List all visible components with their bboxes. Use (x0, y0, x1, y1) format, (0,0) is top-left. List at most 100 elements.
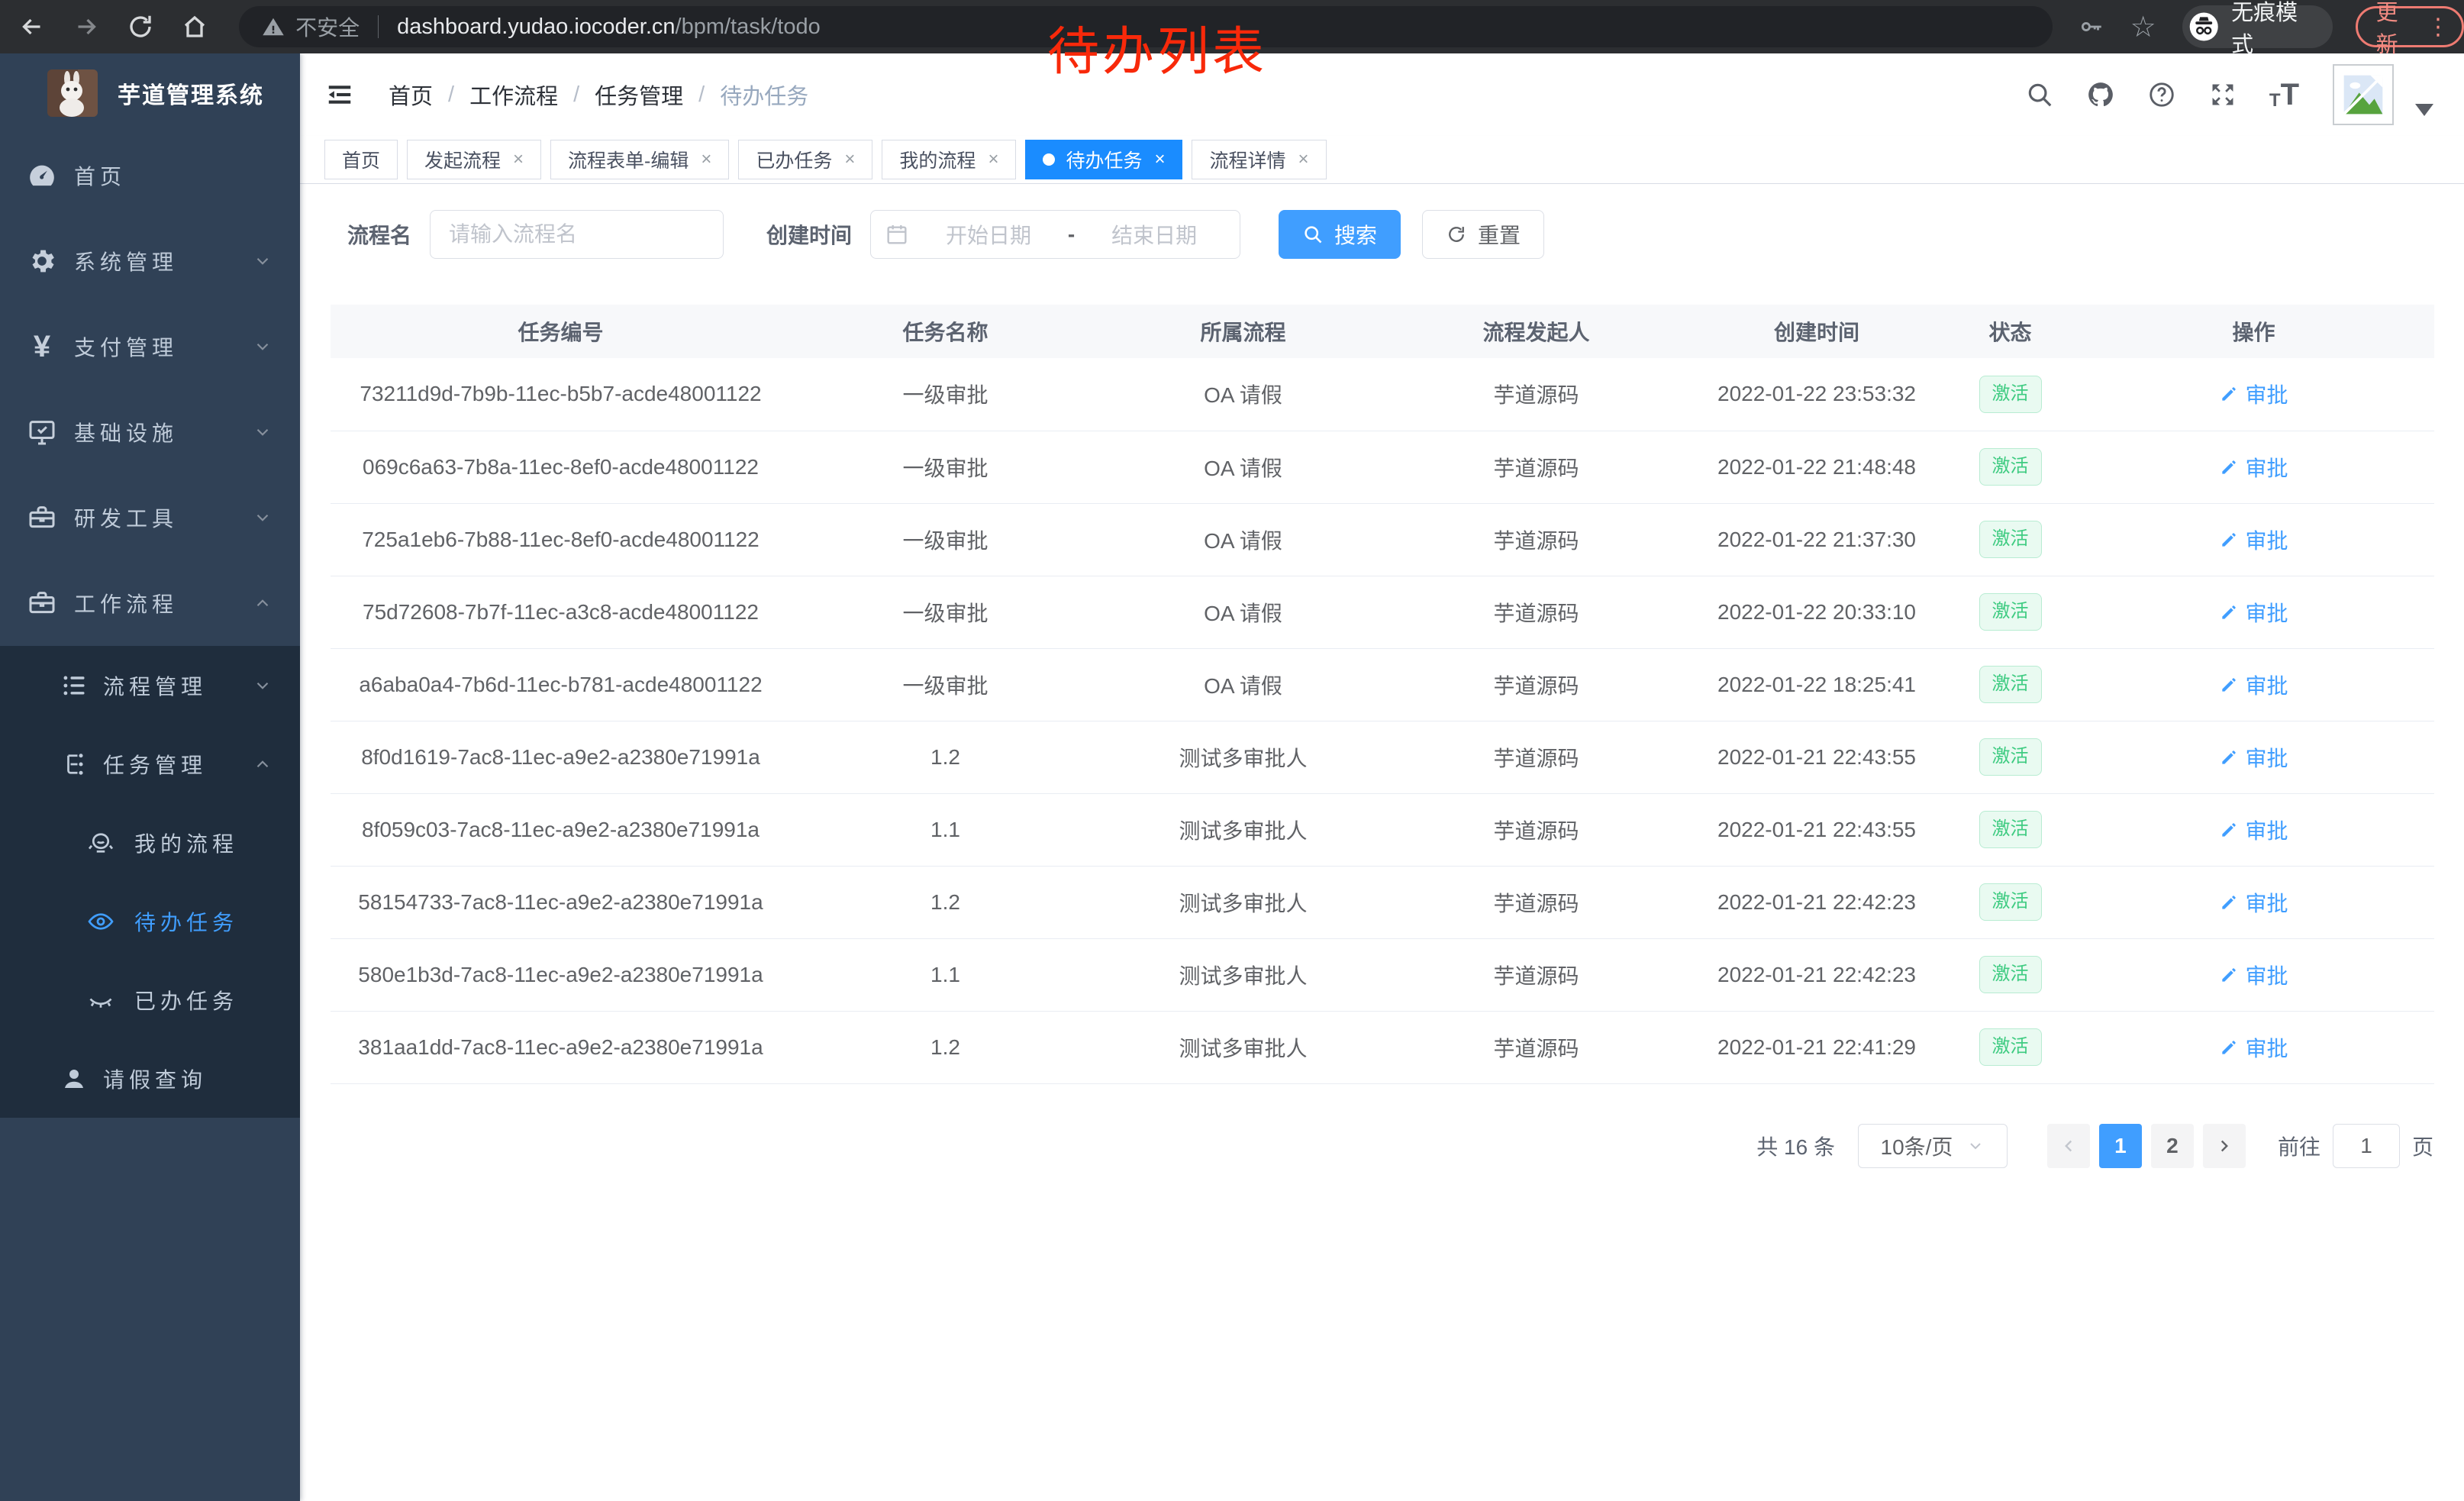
search-button[interactable]: 搜索 (1279, 210, 1401, 259)
task-id: a6aba0a4-7b6d-11ec-b781-acde48001122 (331, 648, 791, 721)
security-label[interactable]: 不安全 (295, 11, 360, 42)
eye-closed-icon (85, 985, 116, 1015)
task-name: 一级审批 (791, 576, 1100, 648)
sidebar-item-label: 我的流程 (134, 828, 238, 858)
task-id: 58154733-7ac8-11ec-a9e2-a2380e71991a (331, 866, 791, 938)
next-page-button[interactable] (2203, 1124, 2246, 1168)
fullscreen-icon[interactable] (2208, 80, 2237, 109)
sidebar-item-infrastructure[interactable]: 基础设施 (0, 389, 300, 475)
approve-link[interactable]: 审批 (2219, 452, 2288, 483)
url-divider (378, 15, 379, 38)
approve-link[interactable]: 审批 (2219, 379, 2288, 409)
incognito-icon (2188, 10, 2219, 44)
gear-icon (25, 244, 59, 278)
task-process: OA 请假 (1100, 503, 1386, 576)
task-process: 测试多审批人 (1100, 938, 1386, 1011)
tab-form-edit[interactable]: 流程表单-编辑 (550, 140, 729, 179)
avatar[interactable] (2333, 64, 2394, 125)
sidebar-item-label: 基础设施 (74, 417, 178, 447)
task-starter: 芋道源码 (1386, 431, 1686, 503)
help-icon[interactable] (2147, 80, 2176, 109)
browser-update-button[interactable]: 更新 ⋮ (2356, 6, 2464, 47)
browser-home-button[interactable] (173, 2, 218, 51)
approve-link[interactable]: 审批 (2219, 670, 2288, 700)
tab-process-detail[interactable]: 流程详情 (1192, 140, 1326, 179)
update-label[interactable]: 更新 (2376, 0, 2414, 59)
briefcase-icon (25, 586, 59, 620)
sidebar-item-system[interactable]: 系统管理 (0, 218, 300, 304)
breadcrumb-workflow[interactable]: 工作流程 (433, 79, 558, 111)
reset-button[interactable]: 重置 (1422, 210, 1544, 259)
process-name-input[interactable] (430, 210, 724, 259)
chevron-up-icon (253, 754, 273, 774)
sidebar-item-payment[interactable]: ¥ 支付管理 (0, 304, 300, 389)
page-button-2[interactable]: 2 (2151, 1124, 2194, 1168)
avatar-dropdown-caret[interactable] (2415, 104, 2433, 116)
approve-link[interactable]: 审批 (2219, 815, 2288, 845)
page-size-select[interactable]: 10条/页 (1858, 1124, 2008, 1168)
sidebar-item-my-process[interactable]: 我的流程 (0, 803, 300, 882)
sidebar-collapse-button[interactable] (323, 78, 356, 111)
tab-todo-tasks[interactable]: 待办任务 (1025, 140, 1182, 179)
task-starter: 芋道源码 (1386, 576, 1686, 648)
prev-page-button[interactable] (2047, 1124, 2090, 1168)
close-icon[interactable] (701, 150, 711, 169)
sidebar-item-dev-tools[interactable]: 研发工具 (0, 475, 300, 560)
edit-pencil-icon (2219, 457, 2239, 477)
github-icon[interactable] (2086, 80, 2115, 109)
security-warning-icon (262, 15, 285, 38)
status-badge: 激活 (1979, 448, 2042, 486)
approve-link[interactable]: 审批 (2219, 960, 2288, 990)
task-id: 725a1eb6-7b88-11ec-8ef0-acde48001122 (331, 503, 791, 576)
chevron-up-icon (253, 593, 273, 613)
tab-done-tasks[interactable]: 已办任务 (738, 140, 872, 179)
task-name: 1.2 (791, 1011, 1100, 1083)
approve-link[interactable]: 审批 (2219, 887, 2288, 918)
tag-views-bar: 首页 发起流程 流程表单-编辑 已办任务 我的流程 待办任务 流程详情 (300, 136, 2464, 184)
close-icon[interactable] (513, 150, 524, 169)
sidebar-item-task-management[interactable]: 任务管理 (0, 725, 300, 803)
browser-menu-icon[interactable]: ⋮ (2427, 14, 2449, 40)
close-icon[interactable] (844, 150, 855, 169)
tab-my-process[interactable]: 我的流程 (882, 140, 1016, 179)
sidebar-item-leave-query[interactable]: 请假查询 (0, 1039, 300, 1118)
approve-link[interactable]: 审批 (2219, 597, 2288, 628)
breadcrumb-task-management[interactable]: 任务管理 (558, 79, 683, 111)
browser-forward-button[interactable] (63, 2, 108, 51)
tab-start-process[interactable]: 发起流程 (407, 140, 541, 179)
chevron-right-icon (2214, 1136, 2234, 1156)
yen-icon: ¥ (25, 330, 59, 363)
sidebar-logo[interactable]: 芋道管理系统 (0, 53, 300, 133)
approve-link[interactable]: 审批 (2219, 525, 2288, 555)
goto-label: 前往 (2278, 1131, 2320, 1161)
page-button-1[interactable]: 1 (2099, 1124, 2142, 1168)
end-date-placeholder[interactable]: 结束日期 (1075, 219, 1234, 250)
tab-home[interactable]: 首页 (324, 140, 398, 179)
approve-link[interactable]: 审批 (2219, 1032, 2288, 1063)
close-icon[interactable] (988, 150, 998, 169)
sidebar-menu: 首页 系统管理 ¥ 支付管理 基础设施 研发工具 工作流程 (0, 133, 300, 1118)
browser-back-button[interactable] (9, 2, 54, 51)
sidebar-item-todo-tasks[interactable]: 待办任务 (0, 882, 300, 960)
goto-page-input[interactable] (2333, 1124, 2400, 1168)
password-key-icon[interactable] (2079, 14, 2104, 40)
sidebar-item-done-tasks[interactable]: 已办任务 (0, 960, 300, 1039)
date-range-picker[interactable]: 开始日期 - 结束日期 (870, 210, 1240, 259)
browser-reload-button[interactable] (118, 2, 163, 51)
font-size-icon[interactable] (2269, 79, 2299, 110)
sidebar-item-process-management[interactable]: 流程管理 (0, 646, 300, 725)
task-created: 2022-01-21 22:42:23 (1686, 866, 1947, 938)
start-date-placeholder[interactable]: 开始日期 (909, 219, 1068, 250)
tab-label: 首页 (342, 146, 380, 173)
sidebar-item-workflow[interactable]: 工作流程 (0, 560, 300, 646)
edit-pencil-icon (2219, 965, 2239, 985)
search-icon[interactable] (2025, 80, 2054, 109)
sidebar-item-label: 已办任务 (134, 985, 238, 1015)
close-icon[interactable] (1154, 150, 1165, 169)
bookmark-star-icon[interactable]: ☆ (2130, 10, 2156, 44)
table-row: 725a1eb6-7b88-11ec-8ef0-acde48001122 一级审… (331, 503, 2434, 576)
close-icon[interactable] (1298, 150, 1309, 169)
breadcrumb-home[interactable]: 首页 (389, 79, 433, 111)
sidebar-item-home[interactable]: 首页 (0, 133, 300, 218)
approve-link[interactable]: 审批 (2219, 742, 2288, 773)
